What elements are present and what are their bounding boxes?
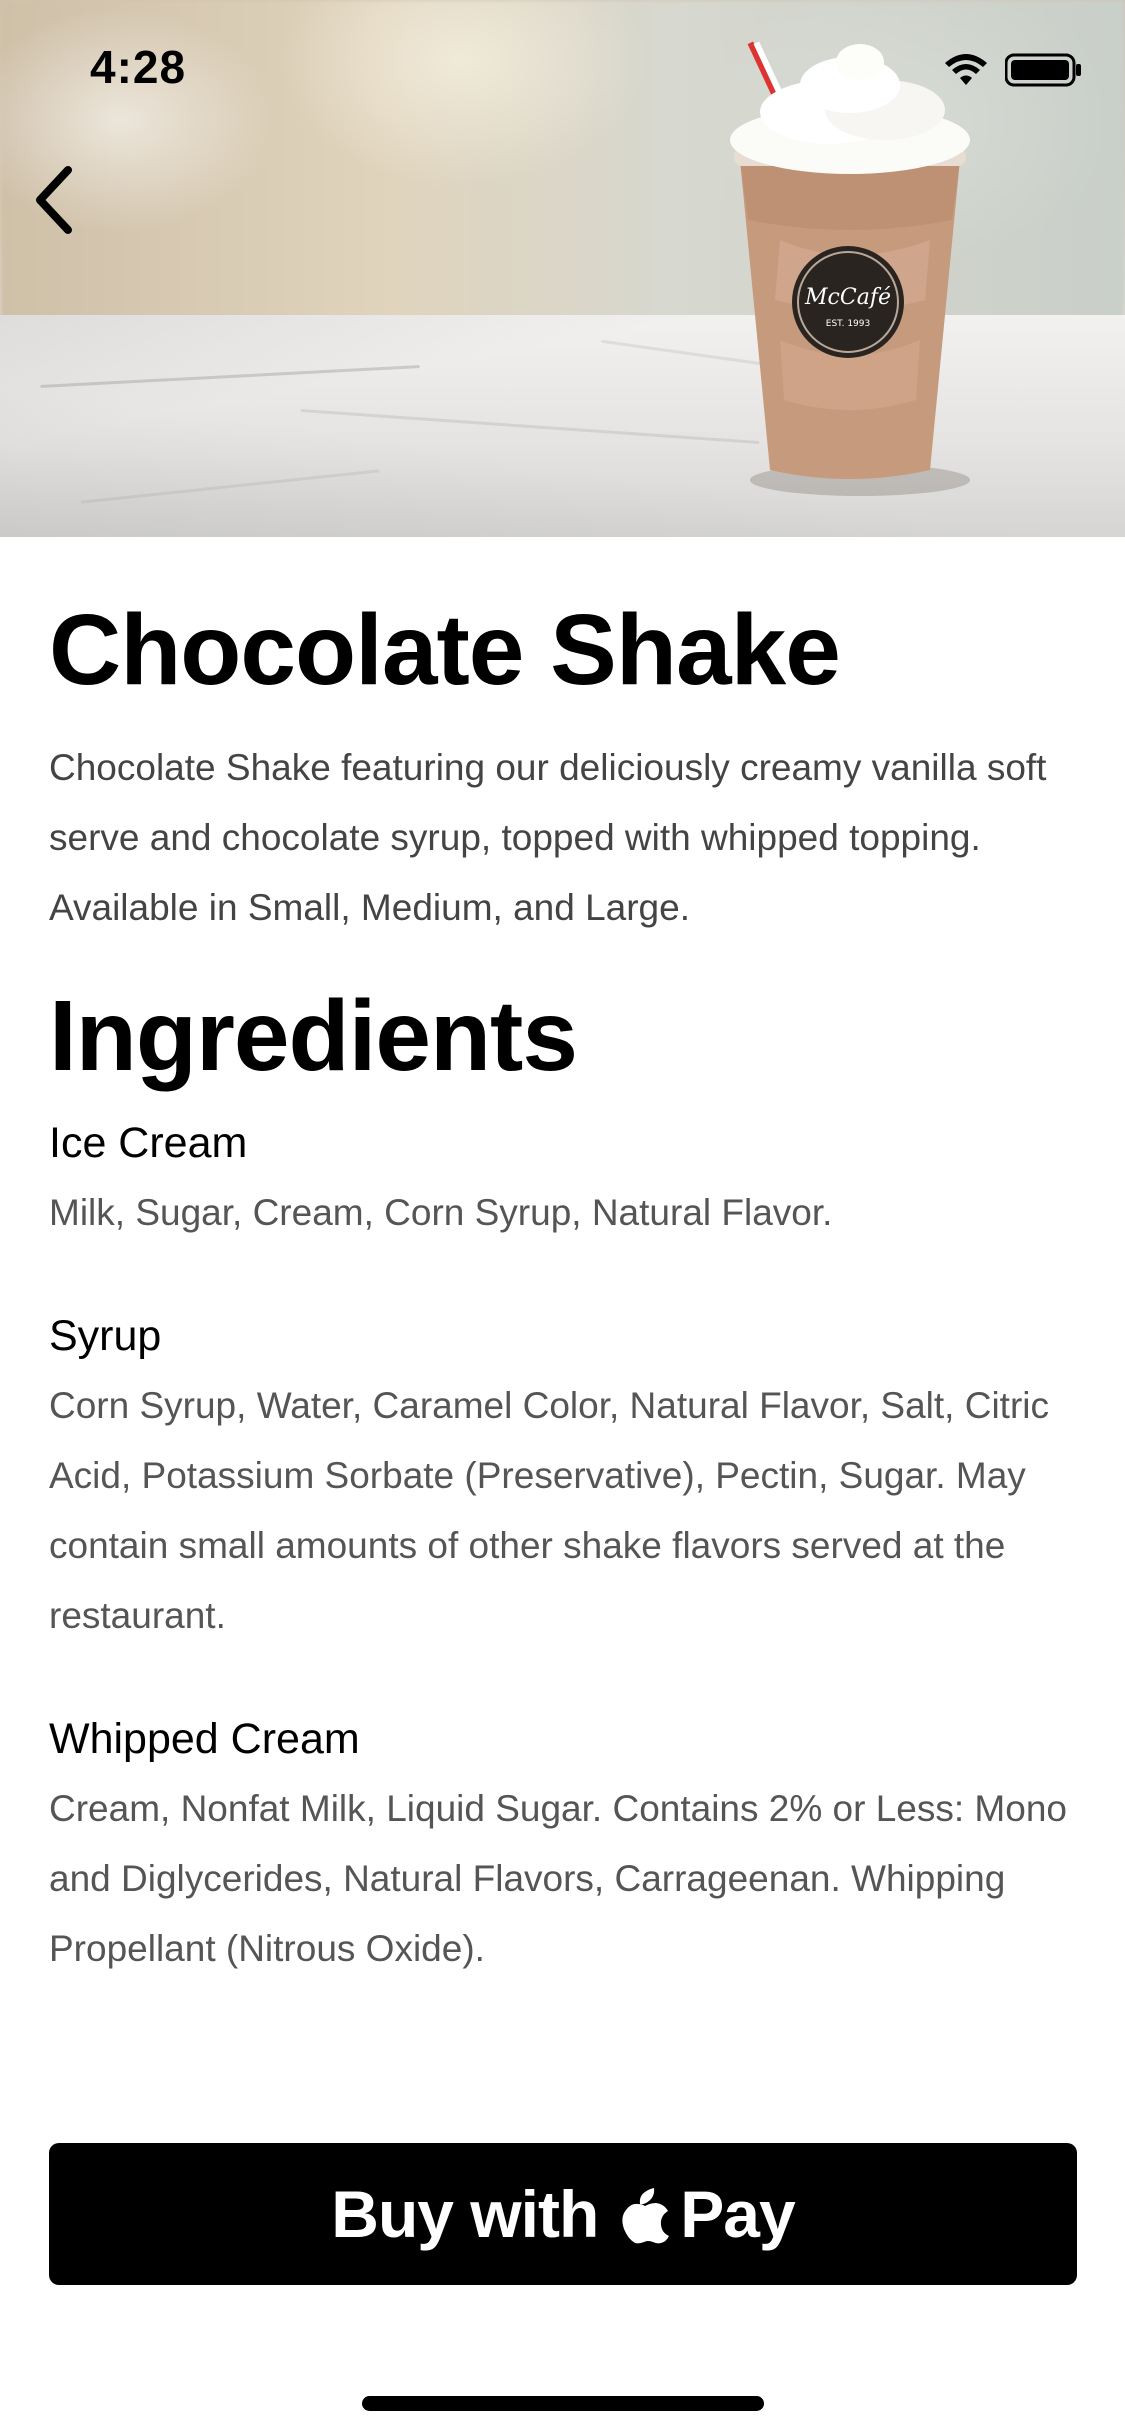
product-description: Chocolate Shake featuring our deliciousl… bbox=[49, 747, 1047, 928]
ingredient-text: Corn Syrup, Water, Caramel Color, Natura… bbox=[49, 1385, 1049, 1636]
back-button[interactable] bbox=[14, 150, 94, 250]
product-details: Chocolate Shake Chocolate Shake featurin… bbox=[49, 595, 1079, 1984]
ingredient-text: Cream, Nonfat Milk, Liquid Sugar. Contai… bbox=[49, 1788, 1067, 1969]
status-bar: 4:28 bbox=[0, 0, 1125, 132]
product-title: Chocolate Shake bbox=[49, 594, 841, 706]
cup-logo-subtext: EST. 1993 bbox=[826, 319, 870, 329]
pay-label: Pay bbox=[680, 2177, 795, 2251]
battery-icon bbox=[1005, 53, 1081, 87]
ingredient-name: Syrup bbox=[49, 1312, 162, 1360]
status-time: 4:28 bbox=[90, 41, 187, 93]
apple-logo-icon bbox=[620, 2184, 670, 2244]
ingredients-heading: Ingredients bbox=[49, 980, 578, 1092]
ingredient-item: Syrup Corn Syrup, Water, Caramel Color, … bbox=[49, 1306, 1079, 1651]
ingredient-name: Ice Cream bbox=[49, 1119, 248, 1167]
ingredient-item: Whipped Cream Cream, Nonfat Milk, Liquid… bbox=[49, 1709, 1079, 1984]
ingredient-name: Whipped Cream bbox=[49, 1715, 360, 1763]
status-icons bbox=[943, 50, 1083, 90]
chevron-left-icon bbox=[36, 166, 72, 234]
ingredient-text: Milk, Sugar, Cream, Corn Syrup, Natural … bbox=[49, 1192, 833, 1233]
home-indicator[interactable] bbox=[362, 2396, 764, 2411]
wifi-icon bbox=[945, 54, 987, 85]
ingredient-item: Ice Cream Milk, Sugar, Cream, Corn Syrup… bbox=[49, 1113, 1079, 1248]
cup-logo-text: McCafé bbox=[804, 285, 891, 310]
buy-label: Buy with bbox=[331, 2177, 599, 2251]
buy-with-apple-pay-button[interactable]: Buy with Pay bbox=[49, 2143, 1077, 2285]
